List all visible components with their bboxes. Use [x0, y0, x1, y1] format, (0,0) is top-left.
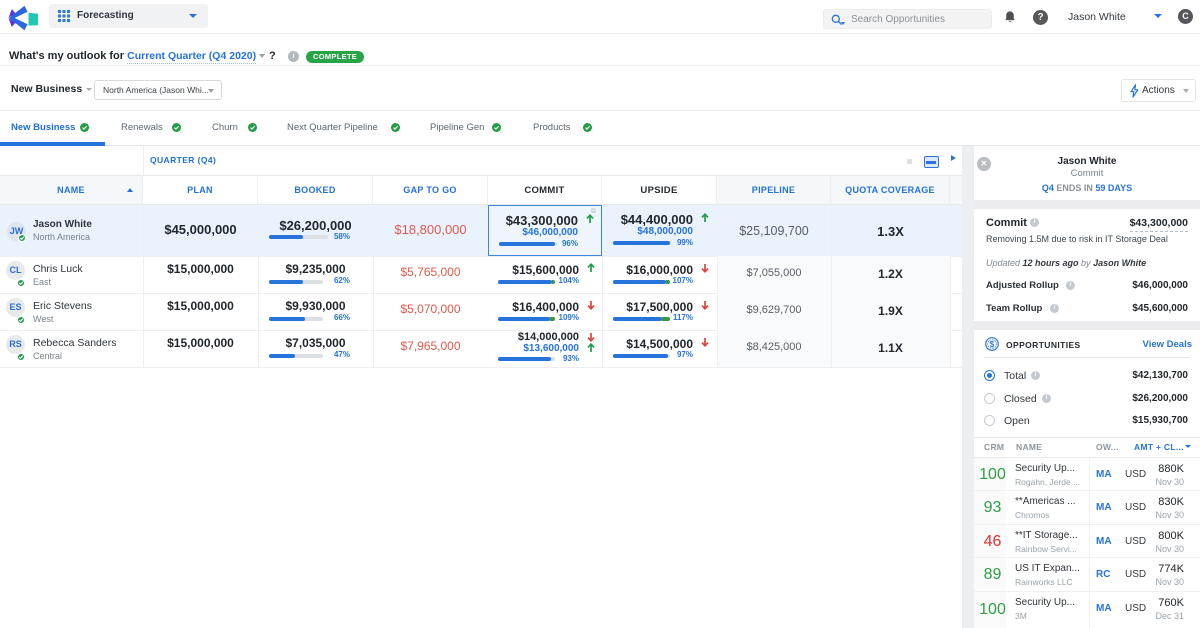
svg-text:$: $: [990, 340, 995, 349]
